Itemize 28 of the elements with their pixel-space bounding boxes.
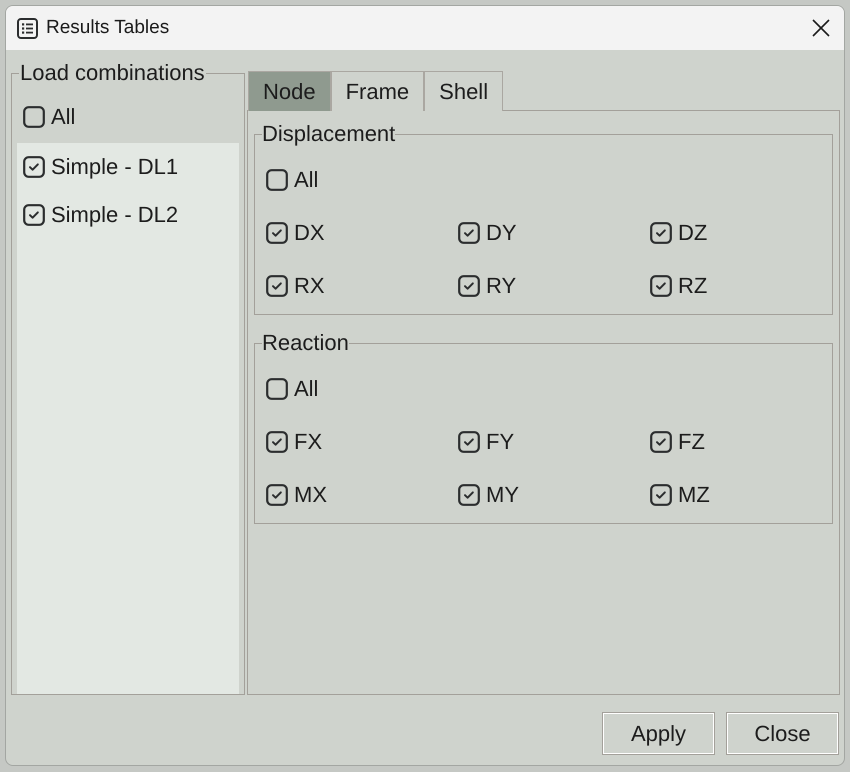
group-title: Reaction (262, 331, 349, 355)
checkbox[interactable]: DX (266, 220, 325, 246)
tab[interactable]: Node (248, 71, 331, 111)
list-icon (17, 18, 38, 38)
checkbox[interactable]: All (23, 104, 76, 130)
tab[interactable]: Frame (330, 71, 424, 111)
checkbox[interactable]: MZ (650, 482, 710, 508)
checkbox[interactable]: RY (458, 272, 516, 298)
apply-button[interactable]: Apply (602, 712, 715, 755)
group-title: Load combinations (19, 61, 206, 85)
checkbox[interactable]: FY (458, 428, 514, 454)
checkbox[interactable]: DZ (650, 220, 708, 246)
checkbox[interactable]: DY (458, 220, 517, 246)
close-dialog-button[interactable]: Close (726, 712, 839, 755)
checkbox[interactable]: All (266, 376, 318, 402)
list-item[interactable]: Simple - DL2 (23, 202, 178, 228)
window-title: Results Tables (46, 16, 170, 40)
tab[interactable]: Shell (424, 71, 504, 111)
checkbox[interactable]: RX (266, 272, 325, 298)
checkbox[interactable]: MX (266, 482, 327, 508)
checkbox[interactable]: MY (458, 482, 519, 508)
group-title: Displacement (262, 122, 396, 146)
checkbox[interactable]: RZ (650, 272, 708, 298)
close-icon (812, 19, 830, 37)
list-item[interactable]: Simple - DL1 (23, 154, 178, 180)
checkbox[interactable]: FZ (650, 428, 705, 454)
checkbox[interactable]: FX (266, 428, 322, 454)
checkbox[interactable]: All (266, 166, 318, 192)
